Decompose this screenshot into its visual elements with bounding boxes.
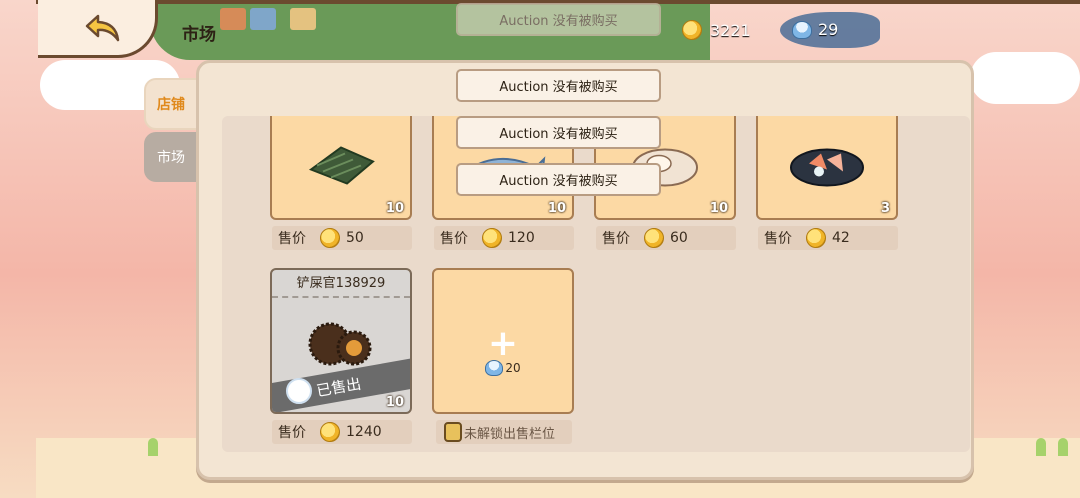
tab-market-label: 市场 <box>157 150 185 166</box>
toast-message: Auction 没有被购买 <box>456 3 661 36</box>
toast-text: Auction 没有被购买 <box>499 80 618 95</box>
bell-icon <box>792 20 812 39</box>
bell-icon <box>485 360 504 376</box>
gold-coin-icon <box>682 20 702 40</box>
tab-shop[interactable]: 店铺 <box>144 78 198 130</box>
gold-coin-icon <box>644 228 664 248</box>
price-bar-3: 售价 60 <box>596 226 736 250</box>
sea-urchin-icon <box>308 322 372 366</box>
price-value: 42 <box>832 230 850 246</box>
slot-quantity: 10 <box>709 201 728 216</box>
price-value: 60 <box>670 230 688 246</box>
toast-text: Auction 没有被购买 <box>499 14 618 29</box>
price-value: 120 <box>508 230 535 246</box>
unlock-cost-value: 20 <box>505 361 521 375</box>
bell-amount: 29 <box>818 20 839 39</box>
price-label: 售价 <box>764 231 792 247</box>
gold-coin-icon <box>482 228 502 248</box>
gold-amount: 3221 <box>710 20 751 40</box>
buyer-avatar <box>286 378 312 404</box>
tab-market[interactable]: 市场 <box>144 132 198 182</box>
page-title: 市场 <box>182 25 216 45</box>
grass <box>148 438 158 456</box>
slot-quantity: 3 <box>880 201 890 216</box>
toast-message: Auction 没有被购买 <box>456 116 661 149</box>
gold-coin-icon <box>320 422 340 442</box>
back-arrow-icon <box>85 14 120 41</box>
slot-quantity: 10 <box>547 201 566 216</box>
gold-counter: 3221 <box>682 20 751 40</box>
unlock-label: 未解锁出售栏位 <box>464 426 556 442</box>
slot-quantity: 10 <box>385 201 404 216</box>
sashimi-icon <box>790 148 864 187</box>
cloud <box>970 52 1080 104</box>
lock-icon <box>444 422 462 442</box>
price-bar-1: 售价 50 <box>272 226 412 250</box>
unlock-label-bar: 未解锁出售栏位 <box>436 420 572 444</box>
sold-status: 已售出 <box>314 374 363 400</box>
price-bar-2: 售价 120 <box>434 226 574 250</box>
unlock-slot[interactable]: + 20 <box>432 268 574 414</box>
tab-shop-label: 店铺 <box>157 97 185 113</box>
sale-slot-4[interactable]: 3 <box>756 116 898 220</box>
price-label: 售价 <box>602 231 630 247</box>
gold-coin-icon <box>806 228 826 248</box>
price-bar-4: 售价 42 <box>758 226 898 250</box>
toast-text: Auction 没有被购买 <box>499 174 618 189</box>
toast-message: Auction 没有被购买 <box>456 69 661 102</box>
bell-counter: 29 <box>792 20 838 39</box>
plus-icon: + <box>487 323 519 364</box>
buyer-name: 铲屎官138929 <box>296 276 386 291</box>
price-label: 售价 <box>440 231 468 247</box>
price-value: 50 <box>346 230 364 246</box>
price-label: 售价 <box>278 425 306 441</box>
toast-text: Auction 没有被购买 <box>499 127 618 142</box>
unlock-cost: 20 <box>434 360 572 376</box>
seaweed-icon <box>308 146 375 185</box>
toast-message: Auction 没有被购买 <box>456 163 661 196</box>
price-value: 1240 <box>346 424 382 440</box>
grass <box>1036 438 1046 456</box>
price-bar-5: 售价 1240 <box>272 420 412 444</box>
sold-slot[interactable]: 铲屎官138929 已售出 10 <box>270 268 412 414</box>
divider <box>272 296 410 298</box>
back-button[interactable] <box>38 0 158 58</box>
price-label: 售价 <box>278 231 306 247</box>
sale-slot-1[interactable]: 10 <box>270 116 412 220</box>
grass <box>1058 438 1068 456</box>
gold-coin-icon <box>320 228 340 248</box>
slot-quantity: 10 <box>385 395 404 410</box>
